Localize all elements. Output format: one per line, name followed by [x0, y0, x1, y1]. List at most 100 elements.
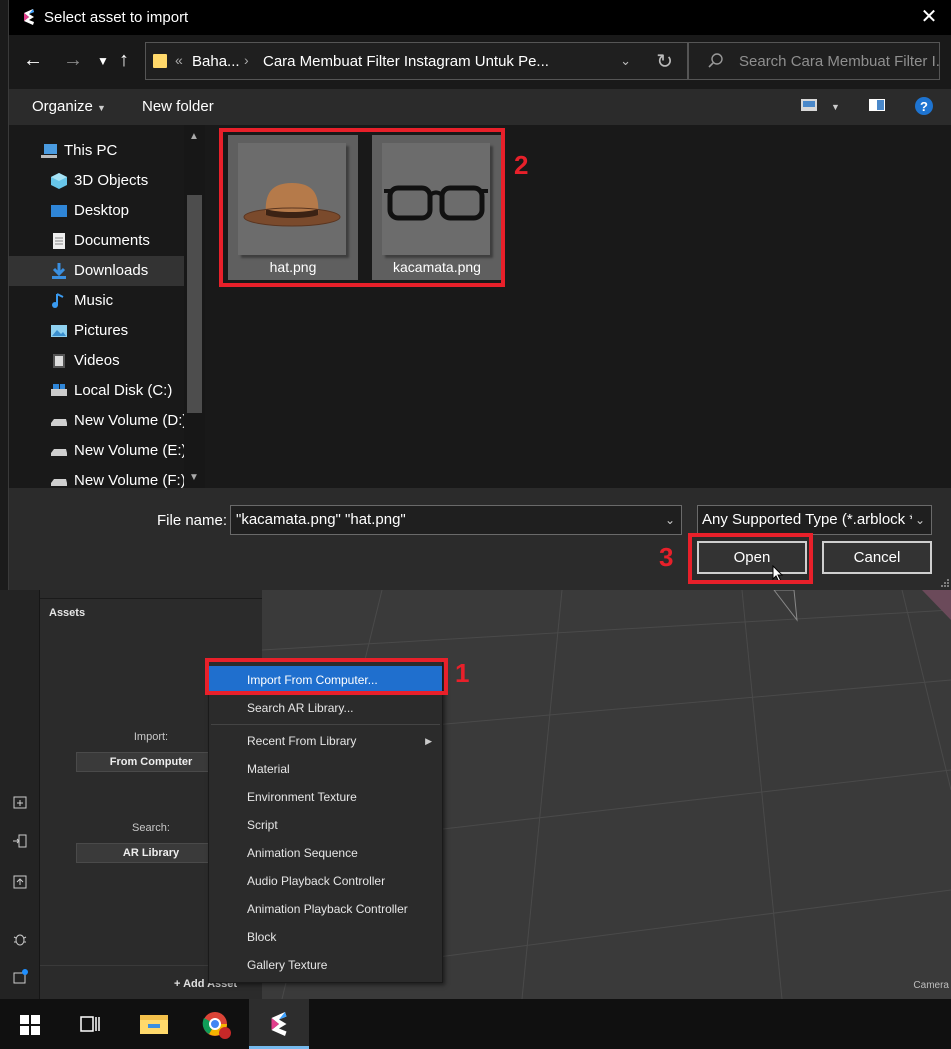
- drive-icon: [51, 479, 67, 486]
- file-name-dropdown-icon[interactable]: ⌄: [665, 506, 675, 534]
- menu-item-block[interactable]: Block: [209, 923, 442, 951]
- drive-icon: [51, 449, 67, 456]
- preview-pane-icon[interactable]: [868, 97, 886, 113]
- assets-title: Assets: [49, 607, 86, 619]
- tree-item-new-volume-f[interactable]: New Volume (F:): [9, 466, 184, 488]
- file-dialog: Select asset to import ✕ ← → ▼ ↑ « Baha.…: [8, 0, 951, 590]
- file-name-label: File name:: [157, 512, 228, 529]
- up-arrow-icon[interactable]: ↑: [119, 49, 129, 72]
- dialog-toolbar: Organize ▼ New folder ▼ ?: [9, 89, 951, 125]
- pc-icon: [41, 144, 57, 158]
- search-box[interactable]: Search Cara Membuat Filter I...: [688, 42, 940, 80]
- tree-item-this-pc[interactable]: This PC: [9, 136, 184, 166]
- news-icon[interactable]: [11, 968, 29, 986]
- annotation-box-3: [688, 533, 813, 584]
- tree-item-documents[interactable]: Documents: [9, 226, 184, 256]
- menu-item-audio-playback-controller[interactable]: Audio Playback Controller: [209, 867, 442, 895]
- help-icon[interactable]: ?: [914, 96, 934, 116]
- tree-scrollbar[interactable]: ▲ ▼: [184, 125, 205, 488]
- organize-dropdown-icon: ▼: [97, 103, 106, 113]
- tree-item-desktop[interactable]: Desktop: [9, 196, 184, 226]
- add-folder-icon[interactable]: [11, 793, 29, 811]
- device-icon[interactable]: [11, 832, 29, 850]
- add-asset-menu: Import From Computer... Search AR Librar…: [208, 661, 443, 983]
- view-dropdown-icon[interactable]: ▼: [831, 102, 840, 112]
- tree-label: Videos: [74, 352, 120, 369]
- 3d-objects-icon: [51, 173, 67, 189]
- documents-icon: [53, 233, 65, 249]
- address-dropdown-chevron-icon[interactable]: ⌄: [620, 53, 631, 69]
- new-folder-button[interactable]: New folder: [142, 98, 214, 115]
- menu-item-animation-sequence[interactable]: Animation Sequence: [209, 839, 442, 867]
- breadcrumb-chevron-icon[interactable]: ›: [244, 52, 249, 68]
- windows-logo-icon: [20, 1015, 40, 1035]
- annotation-step-1: 1: [455, 658, 470, 688]
- tree-item-music[interactable]: Music: [9, 286, 184, 316]
- tree-label: This PC: [64, 142, 118, 159]
- tree-item-local-disk-c[interactable]: Local Disk (C:): [9, 376, 184, 406]
- view-options-icon[interactable]: [800, 97, 818, 113]
- task-view-button[interactable]: [60, 999, 120, 1049]
- folder-icon: [153, 54, 167, 68]
- tree-item-videos[interactable]: Videos: [9, 346, 184, 376]
- menu-item-environment-texture[interactable]: Environment Texture: [209, 783, 442, 811]
- scroll-up-icon[interactable]: ▲: [189, 131, 199, 142]
- recent-locations-chevron-icon[interactable]: ▼: [97, 54, 109, 68]
- spark-ar-icon: [271, 1012, 287, 1036]
- file-type-dropdown-icon[interactable]: ⌄: [911, 506, 925, 534]
- from-computer-button[interactable]: From Computer: [76, 752, 226, 772]
- navigation-pane: This PC 3D Objects Desktop Documents Dow…: [9, 125, 205, 488]
- breadcrumb-segment-1[interactable]: Baha...: [192, 53, 240, 70]
- menu-item-script[interactable]: Script: [209, 811, 442, 839]
- file-type-select[interactable]: Any Supported Type (*.arblock * ⌄: [697, 505, 932, 535]
- tree-label: New Volume (F:): [74, 472, 184, 488]
- tree-label: Desktop: [74, 202, 130, 219]
- resize-grip-icon[interactable]: [940, 578, 950, 588]
- disk-icon: [51, 384, 67, 396]
- menu-separator: [211, 724, 440, 725]
- menu-item-material[interactable]: Material: [209, 755, 442, 783]
- scroll-thumb[interactable]: [187, 195, 202, 413]
- spark-ar-logo-icon: [24, 9, 34, 25]
- camera-label: Camera: [913, 980, 949, 991]
- bug-icon[interactable]: [11, 930, 29, 948]
- breadcrumb-overflow[interactable]: «: [175, 52, 183, 68]
- forward-arrow-icon[interactable]: →: [63, 49, 83, 72]
- tree-label: New Volume (D:): [74, 412, 184, 429]
- ar-library-button[interactable]: AR Library: [76, 843, 226, 863]
- breadcrumb-segment-2[interactable]: Cara Membuat Filter Instagram Untuk Pe..…: [263, 53, 549, 70]
- menu-item-label: Recent From Library: [247, 734, 357, 748]
- downloads-icon: [52, 263, 66, 279]
- dialog-title: Select asset to import: [44, 9, 189, 26]
- address-bar[interactable]: « Baha... › Cara Membuat Filter Instagra…: [145, 42, 688, 80]
- file-name-input[interactable]: "kacamata.png" "hat.png" ⌄: [230, 505, 682, 535]
- dialog-titlebar: Select asset to import ✕: [9, 0, 951, 35]
- cancel-button[interactable]: Cancel: [822, 541, 932, 574]
- tree-item-new-volume-d[interactable]: New Volume (D:): [9, 406, 184, 436]
- chrome-icon: [202, 1012, 231, 1039]
- upload-icon[interactable]: [11, 873, 29, 891]
- refresh-icon[interactable]: ↻: [656, 49, 673, 74]
- menu-item-search-ar-library[interactable]: Search AR Library...: [209, 694, 442, 722]
- tree-item-3d-objects[interactable]: 3D Objects: [9, 166, 184, 196]
- start-button[interactable]: [0, 999, 60, 1049]
- file-explorer-taskbar-button[interactable]: [124, 999, 184, 1049]
- drive-icon: [51, 419, 67, 426]
- tree-item-pictures[interactable]: Pictures: [9, 316, 184, 346]
- annotation-step-3: 3: [659, 542, 674, 572]
- chrome-taskbar-button[interactable]: [187, 999, 247, 1049]
- left-toolbar: [0, 590, 40, 999]
- scroll-down-icon[interactable]: ▼: [189, 472, 199, 483]
- close-button[interactable]: ✕: [914, 4, 944, 30]
- tree-item-downloads[interactable]: Downloads: [9, 256, 184, 286]
- file-name-value: "kacamata.png" "hat.png": [236, 511, 406, 528]
- spark-ar-taskbar-button[interactable]: [249, 999, 309, 1049]
- menu-item-gallery-texture[interactable]: Gallery Texture: [209, 951, 442, 979]
- organize-button[interactable]: Organize ▼: [32, 98, 106, 115]
- menu-item-recent-from-library[interactable]: Recent From Library ▶: [209, 727, 442, 755]
- menu-item-animation-playback-controller[interactable]: Animation Playback Controller: [209, 895, 442, 923]
- back-arrow-icon[interactable]: ←: [23, 49, 43, 72]
- music-icon: [52, 293, 64, 308]
- desktop-icon: [51, 205, 67, 217]
- tree-item-new-volume-e[interactable]: New Volume (E:): [9, 436, 184, 466]
